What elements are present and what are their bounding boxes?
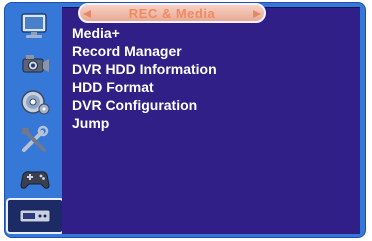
gamepad-icon — [18, 163, 52, 193]
sidebar-item-tools[interactable] — [6, 122, 64, 158]
tools-icon — [18, 125, 52, 155]
menu-item-dvr-configuration[interactable]: DVR Configuration — [72, 96, 217, 114]
title-bar: REC & Media — [78, 3, 266, 23]
sidebar-item-gamepad[interactable] — [6, 160, 64, 196]
disc-icon — [18, 87, 52, 117]
menu-item-jump[interactable]: Jump — [72, 114, 217, 132]
menu-item-record-manager[interactable]: Record Manager — [72, 42, 217, 60]
sidebar-item-dvr[interactable] — [6, 198, 64, 234]
camera-icon — [18, 49, 52, 79]
menu-item-dvr-hdd-information[interactable]: DVR HDD Information — [72, 60, 217, 78]
sidebar-item-display[interactable] — [6, 8, 64, 44]
menu-list: Media+ Record Manager DVR HDD Informatio… — [72, 24, 217, 132]
menu-item-media-plus[interactable]: Media+ — [72, 24, 217, 42]
sidebar-item-disc[interactable] — [6, 84, 64, 120]
display-icon — [18, 11, 52, 41]
sidebar — [6, 4, 64, 234]
sidebar-item-camera[interactable] — [6, 46, 64, 82]
menu-item-hdd-format[interactable]: HDD Format — [72, 78, 217, 96]
page-title: REC & Media — [128, 5, 216, 21]
dvr-icon — [18, 204, 52, 228]
